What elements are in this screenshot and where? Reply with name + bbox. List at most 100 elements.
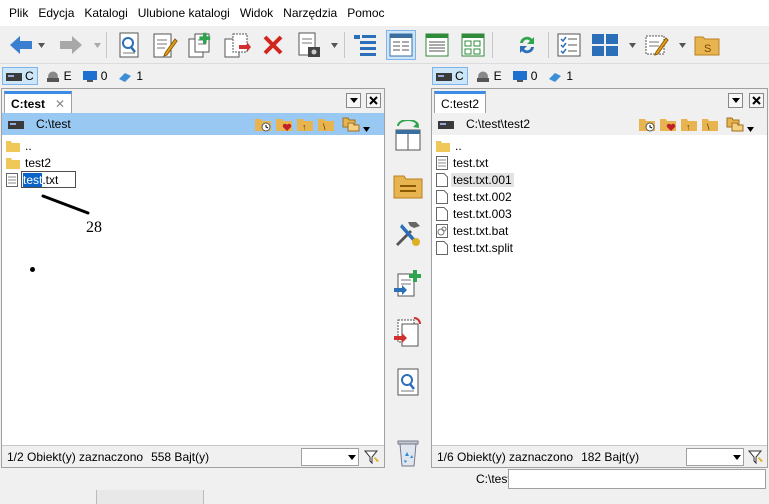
rename-field[interactable]: test .txt: [21, 171, 76, 188]
list-item[interactable]: test.txt.001: [432, 171, 767, 188]
file-icon: [436, 240, 448, 255]
annotation-stroke: [41, 194, 90, 215]
root-dir-icon[interactable]: \: [317, 116, 335, 132]
menu-katalogi[interactable]: Katalogi: [79, 0, 132, 26]
view-file-icon[interactable]: [392, 366, 424, 398]
folder-options-icon[interactable]: [342, 116, 360, 132]
recycle-bin-icon[interactable]: [392, 436, 424, 468]
list-item[interactable]: test.txt.003: [432, 205, 767, 222]
menu-edycja[interactable]: Edycja: [33, 0, 79, 26]
filter-icon[interactable]: [363, 449, 380, 468]
menu-bar: Plik Edycja Katalogi Ulubione katalogi W…: [0, 0, 769, 26]
menu-plik[interactable]: Plik: [4, 0, 33, 26]
monitor-icon: [82, 70, 98, 82]
left-path-text: C:\test: [36, 117, 71, 131]
left-drive-e[interactable]: E: [42, 67, 75, 85]
history-icon[interactable]: [254, 116, 272, 132]
right-drive-c[interactable]: C: [432, 67, 468, 85]
close-panel-icon[interactable]: [749, 93, 764, 108]
left-file-list: .. test2 test .txt: [2, 137, 384, 188]
swap-panels-icon[interactable]: [392, 119, 424, 152]
right-path-text: C:\test\test2: [466, 117, 531, 131]
favorites-icon[interactable]: [659, 116, 677, 132]
left-drive-1[interactable]: 1: [114, 67, 146, 85]
menu-pomoc[interactable]: Pomoc: [342, 0, 389, 26]
taskbar-segment[interactable]: [96, 490, 204, 504]
thumbnail-view-icon[interactable]: [458, 30, 488, 60]
file-icon: [436, 189, 448, 204]
right-drive-bar: C E 0 1: [432, 65, 576, 87]
left-drive-bar: C E 0 1: [2, 65, 146, 87]
folder-options-dropdown-icon[interactable]: [363, 122, 370, 136]
right-drive-1[interactable]: 1: [544, 67, 576, 85]
right-filter-combo[interactable]: [686, 448, 744, 466]
toolbar-separator: [492, 32, 493, 58]
back-dropdown-icon[interactable]: [38, 43, 45, 49]
edit-settings-icon[interactable]: [642, 30, 672, 60]
properties-dropdown-icon[interactable]: [331, 43, 338, 49]
list-item[interactable]: test.txt: [2, 171, 384, 188]
move-to-panel-icon[interactable]: [392, 316, 424, 348]
right-drive-e[interactable]: E: [472, 67, 505, 85]
parent-dir-icon[interactable]: ↑: [680, 116, 698, 132]
detailed-view-icon[interactable]: [422, 30, 452, 60]
right-drive-0[interactable]: 0: [509, 67, 541, 85]
brief-view-icon[interactable]: [386, 30, 416, 60]
folder-options-dropdown-icon[interactable]: [747, 122, 754, 136]
favorites-icon[interactable]: [275, 116, 293, 132]
tab-right-active[interactable]: C:test2: [434, 91, 487, 113]
sync-dirs-icon[interactable]: [512, 30, 542, 60]
forward-dropdown-icon[interactable]: [94, 43, 101, 49]
new-file-icon[interactable]: [186, 30, 216, 60]
svg-text:↑: ↑: [686, 122, 691, 132]
tab-list-dropdown-icon[interactable]: [346, 93, 361, 108]
layout-icon[interactable]: [590, 30, 620, 60]
forward-arrow-icon[interactable]: [56, 30, 86, 60]
menu-narzedzia[interactable]: Narzędzia: [278, 0, 342, 26]
list-item[interactable]: ..: [432, 137, 767, 154]
command-input[interactable]: [508, 469, 766, 489]
right-path-icons: ↑ \: [638, 116, 754, 136]
filter-icon[interactable]: [747, 449, 764, 468]
tab-left-active[interactable]: C:test ✕: [4, 91, 73, 113]
search-files-icon[interactable]: [114, 30, 144, 60]
parent-dir-icon[interactable]: ↑: [296, 116, 314, 132]
folder-icon: [6, 157, 20, 169]
copy-files-icon[interactable]: [222, 30, 252, 60]
command-bar: C:\test\: [0, 468, 769, 490]
menu-ulubione-katalogi[interactable]: Ulubione katalogi: [133, 0, 235, 26]
smb-icon[interactable]: S: [692, 30, 722, 60]
edit-file-icon[interactable]: [150, 30, 180, 60]
list-item[interactable]: test.txt: [432, 154, 767, 171]
layout-dropdown-icon[interactable]: [629, 43, 636, 49]
tree-view-icon[interactable]: [350, 30, 380, 60]
file-icon: [436, 206, 448, 221]
back-arrow-icon[interactable]: [6, 30, 36, 60]
history-icon[interactable]: [638, 116, 656, 132]
list-item[interactable]: test2: [2, 154, 384, 171]
network-icon: [547, 71, 563, 82]
close-panel-icon[interactable]: [366, 93, 381, 108]
delete-icon[interactable]: [258, 30, 288, 60]
list-item[interactable]: ..: [2, 137, 384, 154]
hard-drive-icon: [8, 119, 24, 130]
list-item[interactable]: test.txt.split: [432, 239, 767, 256]
hard-drive-icon: [436, 71, 452, 82]
list-item[interactable]: test.txt.bat: [432, 222, 767, 239]
left-drive-c[interactable]: C: [2, 67, 38, 85]
tools-icon[interactable]: [392, 218, 424, 250]
left-filter-combo[interactable]: [301, 448, 359, 466]
copy-to-panel-icon[interactable]: [392, 268, 424, 300]
folder-options-icon[interactable]: [726, 116, 744, 132]
settings-dropdown-icon[interactable]: [679, 43, 686, 49]
root-dir-icon[interactable]: \: [701, 116, 719, 132]
properties-icon[interactable]: [294, 30, 324, 60]
menu-widok[interactable]: Widok: [235, 0, 278, 26]
left-drive-0[interactable]: 0: [79, 67, 111, 85]
list-item[interactable]: test.txt.002: [432, 188, 767, 205]
tab-list-dropdown-icon[interactable]: [728, 93, 743, 108]
checklist-icon[interactable]: [554, 30, 584, 60]
text-file-icon: [6, 172, 18, 187]
close-tab-icon[interactable]: ✕: [55, 97, 65, 111]
compress-icon[interactable]: [392, 170, 424, 202]
